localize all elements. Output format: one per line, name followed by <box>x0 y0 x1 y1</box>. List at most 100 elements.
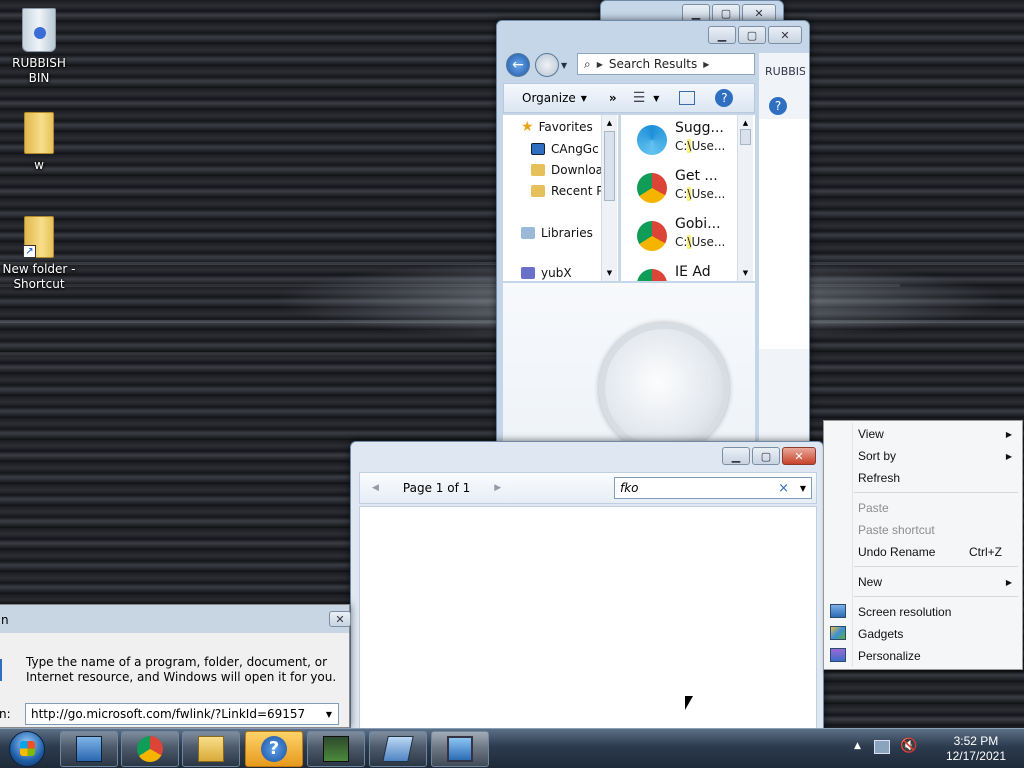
desktop-icon-folder-w[interactable]: w <box>1 112 77 173</box>
help-icon[interactable]: ? <box>769 97 787 115</box>
menu-separator <box>854 566 1018 567</box>
menu-item-paste[interactable]: Paste <box>858 498 1016 518</box>
nav-item-recent-places[interactable]: Recent P <box>531 181 604 201</box>
maximize-button[interactable]: ▢ <box>752 447 780 465</box>
more-commands-button[interactable]: » <box>609 91 617 105</box>
folder-shortcut-icon: ↗ <box>23 216 54 258</box>
document-search-window[interactable]: ▁ ▢ ✕ ◀ Page 1 of 1 ▶ fko × ▼ <box>350 441 824 732</box>
desktop-icon-recycle-bin[interactable]: RUBBISH BIN <box>1 8 77 86</box>
open-combobox[interactable]: http://go.microsoft.com/fwlink/?LinkId=6… <box>25 703 339 725</box>
next-page-icon[interactable]: ▶ <box>494 483 501 493</box>
back-button[interactable]: ← <box>506 53 530 77</box>
nav-label: Recent P <box>551 184 604 198</box>
nav-item-downloads[interactable]: Downloa <box>531 160 603 180</box>
find-input[interactable]: fko × ▼ <box>614 477 812 499</box>
maximize-button[interactable]: ▢ <box>738 26 766 44</box>
recent-pages-chevron-icon[interactable]: ▼ <box>561 61 567 70</box>
close-button[interactable]: ✕ <box>329 611 351 627</box>
clear-search-icon[interactable]: × <box>778 481 789 496</box>
file-name: Get ... <box>675 168 718 184</box>
menu-item-sort-by[interactable]: Sort by ▶ <box>858 446 1016 466</box>
scroll-down-icon[interactable]: ▼ <box>738 269 753 277</box>
nav-label: CAngGc <box>551 142 599 156</box>
taskbar: ? ▲ 🔇 3:52 PM 12/17/2021 <box>0 728 1024 768</box>
display-settings-icon <box>447 736 473 762</box>
menu-item-gadgets[interactable]: Gadgets <box>830 624 1016 644</box>
background-window-content <box>759 119 809 349</box>
menu-item-paste-shortcut[interactable]: Paste shortcut <box>858 520 1016 540</box>
run-dialog-title: n <box>1 613 9 627</box>
libraries-icon <box>521 227 535 239</box>
scroll-down-icon[interactable]: ▼ <box>602 269 617 277</box>
page-toolbar: ◀ Page 1 of 1 ▶ fko × ▼ <box>359 472 817 504</box>
nav-libraries[interactable]: Libraries <box>521 223 593 243</box>
address-bar[interactable]: ⌕ ▶ Search Results ▶ <box>577 53 755 75</box>
nav-label: Libraries <box>541 226 593 240</box>
taskbar-button-remote-desktop[interactable] <box>369 731 427 767</box>
taskbar-button-chrome[interactable] <box>121 731 179 767</box>
remote-desktop-icon <box>382 736 414 762</box>
list-item[interactable]: Get ... C:\Use... <box>637 167 747 211</box>
forward-button[interactable] <box>535 53 559 77</box>
open-label: n: <box>0 707 11 721</box>
nav-label: yubX <box>541 266 572 280</box>
run-description: Type the name of a program, folder, docu… <box>26 655 337 684</box>
help-icon[interactable]: ? <box>715 89 734 107</box>
taskbar-button-explorer[interactable] <box>182 731 240 767</box>
folder-icon <box>198 736 224 762</box>
close-button[interactable]: ✕ <box>768 26 802 44</box>
start-button[interactable] <box>2 730 52 768</box>
desktop-icon-folder-shortcut[interactable]: ↗ New folder - Shortcut <box>1 216 77 292</box>
menu-item-refresh[interactable]: Refresh <box>858 468 1016 488</box>
nav-item-partial[interactable]: yubX <box>521 263 572 281</box>
submenu-arrow-icon: ▶ <box>1005 429 1012 439</box>
minimize-button[interactable]: ▁ <box>708 26 736 44</box>
nav-favorites[interactable]: ★ Favorites <box>521 117 593 137</box>
chrome-shortcut-icon <box>637 269 667 281</box>
network-icon[interactable] <box>874 740 890 754</box>
menu-item-undo-rename[interactable]: Undo Rename Ctrl+Z <box>858 542 1016 562</box>
nav-scrollbar[interactable]: ▲ ▼ <box>601 115 617 281</box>
run-dialog[interactable]: n ✕ Type the name of a program, folder, … <box>0 604 351 728</box>
submenu-arrow-icon: ▶ <box>1005 577 1012 587</box>
view-chevron-icon[interactable]: ▼ <box>653 94 659 103</box>
control-panel-icon <box>76 736 102 762</box>
menu-item-view[interactable]: View ▶ <box>858 424 1016 444</box>
taskbar-button-help[interactable]: ? <box>245 731 303 767</box>
menu-item-screen-resolution[interactable]: Screen resolution <box>830 602 1016 622</box>
help-icon: ? <box>261 736 287 762</box>
clock[interactable]: 3:52 PM 12/17/2021 <box>946 734 1006 764</box>
view-options-icon[interactable]: ☰ <box>633 90 646 106</box>
file-name: Sugg... <box>675 120 724 136</box>
scroll-up-icon[interactable]: ▲ <box>602 119 617 127</box>
volume-muted-icon[interactable]: 🔇 <box>900 738 917 754</box>
organize-button[interactable]: Organize <box>522 91 576 105</box>
list-item[interactable]: Gobi... C:\Use... <box>637 215 747 259</box>
nav-item-desktop[interactable]: CAngGc <box>531 139 599 159</box>
command-bar: Organize ▼ » ☰ ▼ ? <box>503 83 755 113</box>
show-hidden-icons-chevron[interactable]: ▲ <box>854 741 861 751</box>
list-item[interactable]: Sugg... C:\Use... <box>637 119 747 163</box>
scroll-up-icon[interactable]: ▲ <box>738 119 753 127</box>
preview-pane-icon[interactable] <box>679 91 696 105</box>
submenu-arrow-icon: ▶ <box>1005 451 1012 461</box>
minimize-button[interactable]: ▁ <box>722 447 750 465</box>
scroll-thumb[interactable] <box>740 129 751 145</box>
previous-page-icon[interactable]: ◀ <box>372 483 379 493</box>
menu-item-personalize[interactable]: Personalize <box>830 646 1016 666</box>
menu-item-label: Personalize <box>858 649 921 663</box>
taskbar-button-control-panel[interactable] <box>60 731 118 767</box>
user-folder-icon <box>521 267 535 279</box>
menu-item-new[interactable]: New ▶ <box>858 572 1016 592</box>
file-list-scrollbar[interactable]: ▲ ▼ <box>737 115 753 281</box>
recent-places-icon <box>531 185 545 197</box>
taskbar-button-display[interactable] <box>431 731 489 767</box>
close-button[interactable]: ✕ <box>782 447 816 465</box>
menu-gutter <box>852 423 853 667</box>
dropdown-chevron-icon[interactable]: ▼ <box>326 710 332 719</box>
taskbar-button-task-manager[interactable] <box>307 731 365 767</box>
list-item[interactable]: IE Ad <box>637 263 747 281</box>
scroll-thumb[interactable] <box>604 131 615 201</box>
explorer-window[interactable]: ▁ ▢ ✕ ← ▼ ⌕ ▶ Search Results ▶ RUBBIS ? … <box>496 20 810 453</box>
find-dropdown-icon[interactable]: ▼ <box>800 484 806 493</box>
